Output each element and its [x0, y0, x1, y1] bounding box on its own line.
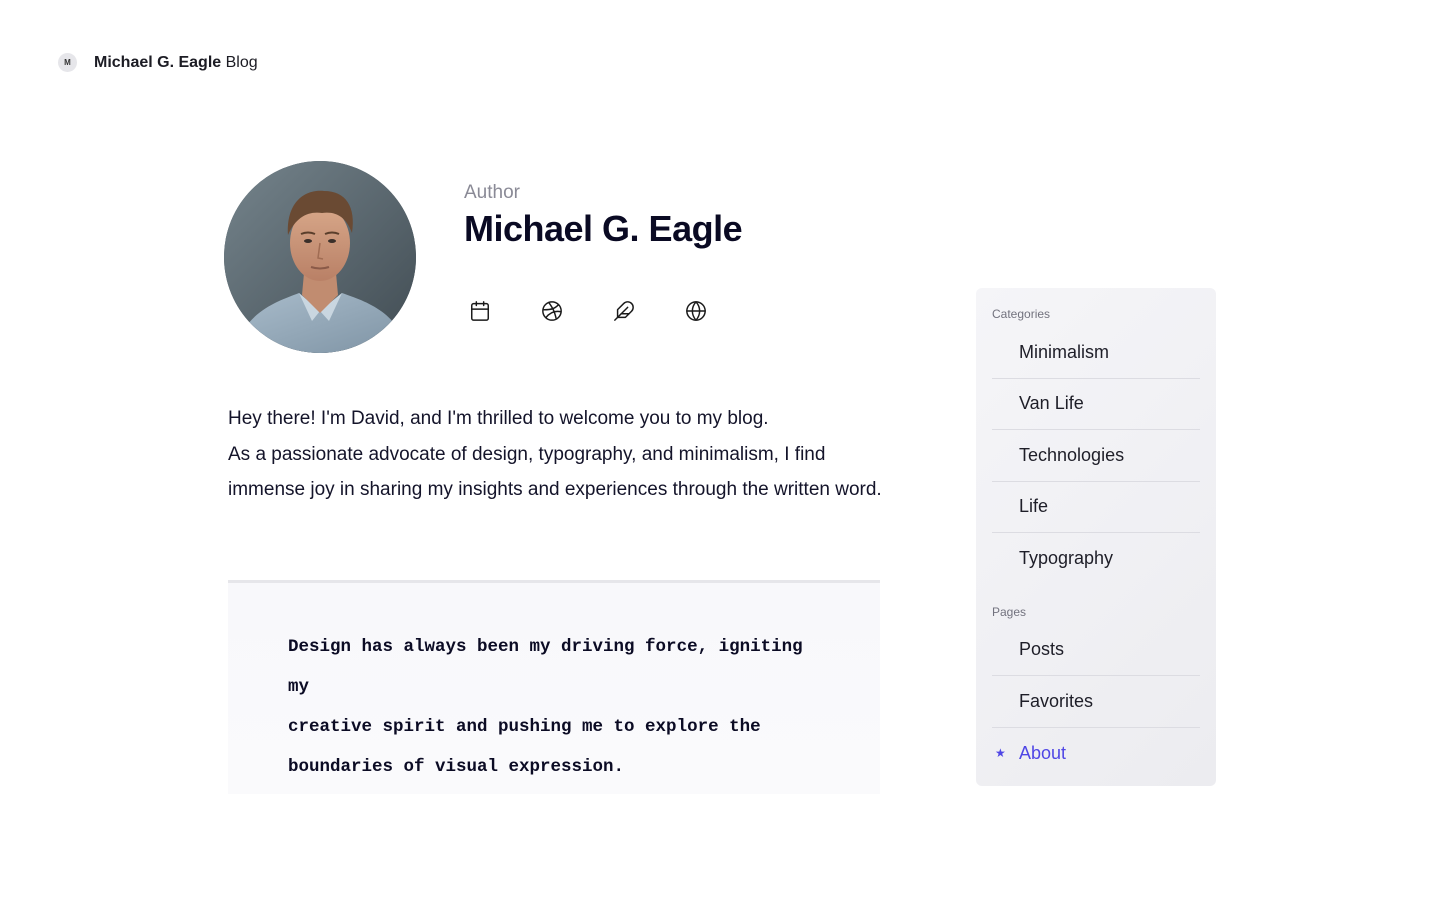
star-icon: ★: [995, 746, 1006, 761]
page-label: Favorites: [1019, 690, 1094, 711]
page-about[interactable]: ★ About: [992, 728, 1200, 780]
bio-body: As a passionate advocate of design, typo…: [228, 443, 882, 501]
calendar-icon[interactable]: [468, 299, 492, 323]
sidebar: Categories Minimalism Van Life Technolog…: [976, 288, 1216, 786]
globe-icon[interactable]: [684, 299, 708, 323]
category-label: Life: [1019, 496, 1049, 517]
page-favorites[interactable]: Favorites: [992, 676, 1200, 728]
category-life[interactable]: Life: [992, 482, 1200, 533]
feather-icon[interactable]: [612, 299, 636, 323]
site-title-author[interactable]: Michael G. Eagle: [94, 54, 221, 71]
author-meta: Author Michael G. Eagle: [464, 182, 743, 250]
category-label: Minimalism: [1019, 341, 1109, 362]
author-name: Michael G. Eagle: [464, 208, 743, 249]
page-posts[interactable]: Posts: [992, 625, 1200, 676]
category-label: Technologies: [1019, 444, 1125, 465]
logo-badge[interactable]: M: [58, 53, 77, 72]
author-portrait-image: [224, 161, 416, 353]
site-header: M Michael G. Eagle Blog: [58, 53, 258, 72]
author-label: Author: [464, 182, 520, 203]
category-minimalism[interactable]: Minimalism: [992, 327, 1200, 379]
pages-list: Posts Favorites ★ About: [992, 625, 1200, 780]
category-van-life[interactable]: Van Life: [992, 379, 1200, 430]
category-typography[interactable]: Typography: [992, 533, 1200, 585]
site-title-blog[interactable]: Blog: [226, 54, 258, 71]
quote-block: Design has always been my driving force,…: [228, 580, 880, 794]
quote-line-2: creative spirit and pushing me to explor…: [288, 717, 761, 737]
dribbble-icon[interactable]: [540, 299, 564, 323]
author-avatar: [224, 161, 416, 353]
category-label: Van Life: [1019, 393, 1084, 414]
social-links: [468, 299, 708, 323]
category-label: Typography: [1019, 548, 1114, 569]
quote-line-3: boundaries of visual expression.: [288, 757, 625, 777]
bio-intro: Hey there! I'm David, and I'm thrilled t…: [228, 408, 769, 429]
page-label: Posts: [1019, 639, 1065, 660]
categories-list: Minimalism Van Life Technologies Life Ty…: [992, 327, 1200, 585]
pages-label: Pages: [992, 604, 1027, 619]
category-technologies[interactable]: Technologies: [992, 430, 1200, 482]
site-title[interactable]: Michael G. Eagle Blog: [94, 54, 258, 72]
categories-label: Categories: [992, 307, 1051, 321]
quote-line-1: Design has always been my driving force,…: [288, 637, 803, 697]
page-label: About: [1019, 742, 1067, 763]
author-bio: Hey there! I'm David, and I'm thrilled t…: [228, 401, 888, 508]
